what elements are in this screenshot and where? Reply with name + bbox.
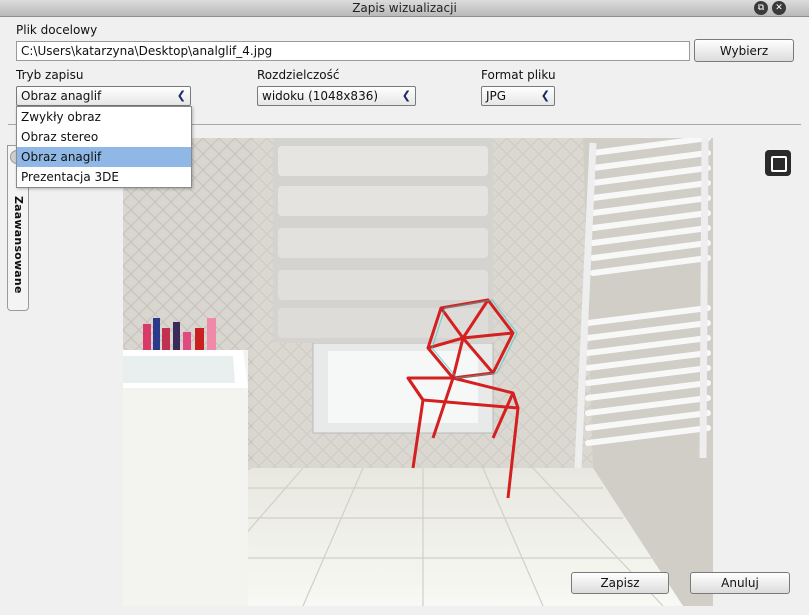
preview-image (123, 138, 713, 606)
file-format-value: JPG (486, 89, 507, 103)
chevron-down-icon: ❮ (540, 89, 550, 102)
window-title: Zapis wizualizacji (352, 1, 457, 15)
cancel-button[interactable]: Anuluj (690, 572, 790, 594)
advanced-tab-label: Zaawansowane (12, 196, 25, 294)
window-titlebar: Zapis wizualizacji ⧉ ✕ (0, 0, 809, 17)
file-format-label: Format pliku (481, 68, 556, 82)
resolution-select[interactable]: widoku (1048x836) ❮ (257, 86, 416, 106)
resolution-value: widoku (1048x836) (262, 89, 379, 103)
save-mode-select[interactable]: Obraz anaglif ❮ (16, 86, 191, 106)
target-file-input[interactable] (16, 41, 690, 61)
save-mode-option[interactable]: Prezentacja 3DE (17, 167, 191, 187)
save-mode-dropdown[interactable]: Zwykły obraz Obraz stereo Obraz anaglif … (16, 106, 192, 188)
file-format-select[interactable]: JPG ❮ (481, 86, 555, 106)
save-mode-option-selected[interactable]: Obraz anaglif (17, 147, 191, 167)
bathroom-scene (123, 138, 713, 606)
save-button[interactable]: Zapisz (571, 572, 669, 594)
target-file-label: Plik docelowy (16, 23, 98, 37)
chevron-down-icon: ❮ (401, 89, 411, 102)
fullscreen-icon[interactable] (765, 150, 791, 176)
save-mode-value: Obraz anaglif (21, 89, 102, 103)
resolution-label: Rozdzielczość (257, 68, 340, 82)
fullscreen-frame (771, 156, 787, 172)
save-mode-option[interactable]: Zwykły obraz (17, 107, 191, 127)
save-mode-label: Tryb zapisu (16, 68, 84, 82)
close-icon[interactable]: ✕ (772, 1, 786, 15)
chevron-down-icon: ❮ (176, 89, 186, 102)
save-mode-option[interactable]: Obraz stereo (17, 127, 191, 147)
browse-button[interactable]: Wybierz (694, 39, 794, 62)
restore-icon[interactable]: ⧉ (754, 1, 768, 15)
